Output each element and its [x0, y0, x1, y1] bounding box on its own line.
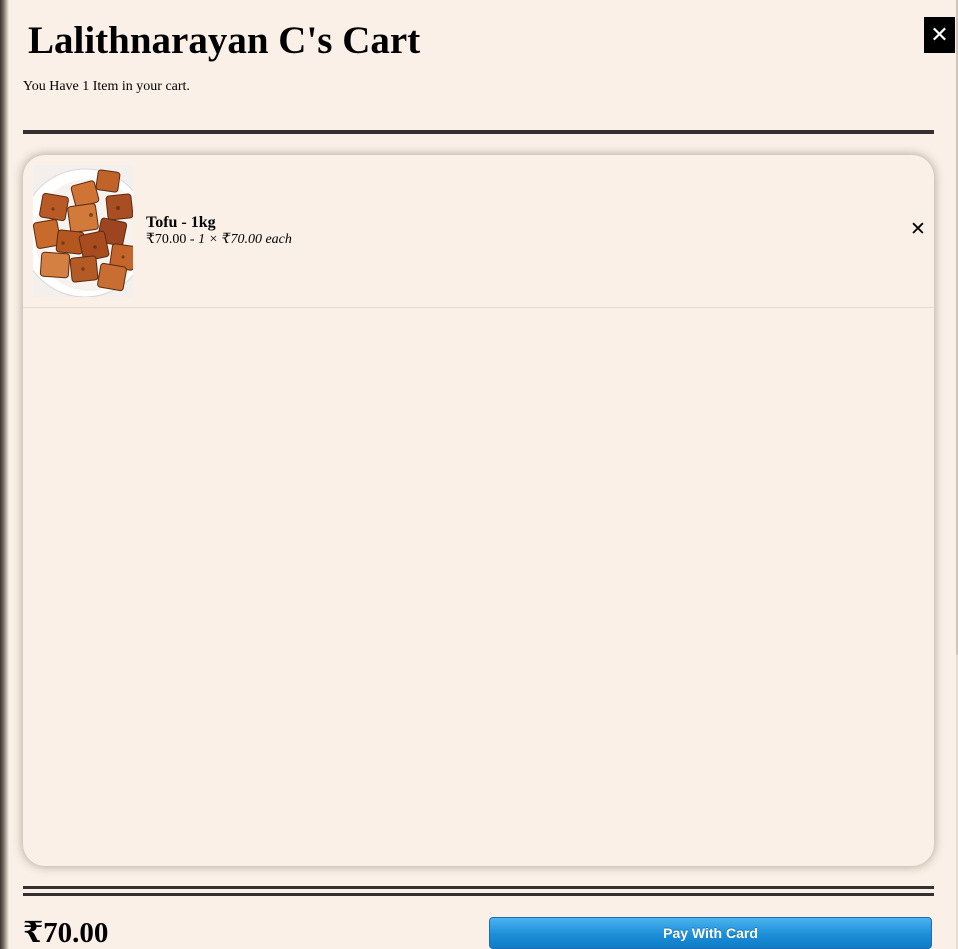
cart-items-panel: Tofu - 1kg ₹70.00 - 1 × ₹70.00 each ✕	[23, 155, 934, 866]
cart-item: Tofu - 1kg ₹70.00 - 1 × ₹70.00 each ✕	[23, 155, 934, 308]
item-price-separator: -	[186, 232, 199, 247]
item-price-line: ₹70.00 - 1 × ₹70.00 each	[146, 231, 292, 248]
tofu-photo	[33, 165, 133, 297]
close-icon: ✕	[910, 218, 926, 240]
remove-item-button[interactable]: ✕	[907, 218, 929, 240]
close-icon: ✕	[930, 22, 949, 48]
modal-left-shadow	[0, 0, 9, 949]
close-cart-button[interactable]: ✕	[924, 17, 955, 53]
item-quantity-detail: 1 × ₹70.00 each	[198, 232, 292, 247]
cart-item-count-text: You Have 1 Item in your cart.	[23, 79, 190, 94]
cart-title: Lalithnarayan C's Cart	[28, 19, 421, 62]
item-line-total: ₹70.00	[146, 232, 187, 247]
cart-total: ₹70.00	[23, 917, 109, 949]
item-name: Tofu - 1kg	[146, 214, 216, 231]
tofu-image	[33, 165, 133, 297]
pay-with-card-button[interactable]: Pay With Card	[489, 917, 932, 949]
bottom-divider	[23, 893, 934, 896]
top-divider	[23, 130, 934, 134]
bottom-divider	[23, 886, 934, 889]
